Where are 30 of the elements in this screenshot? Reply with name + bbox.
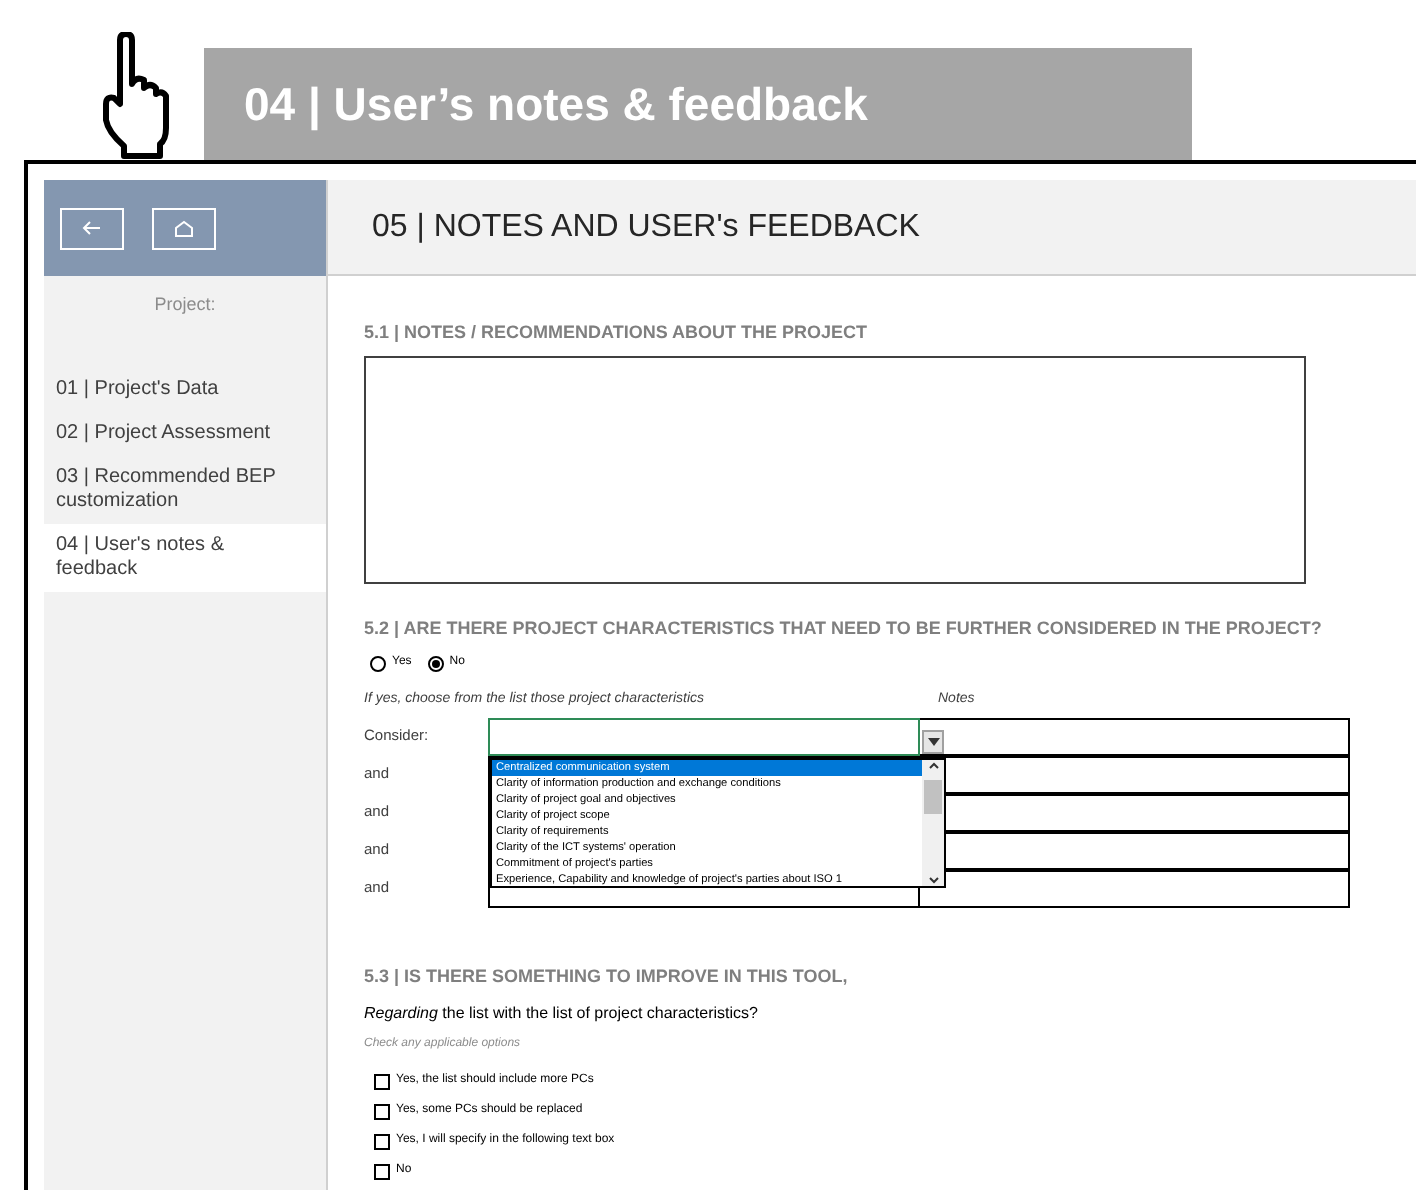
section-heading: 5.1 | NOTES / RECOMMENDATIONS ABOUT THE PROJECT bbox=[364, 320, 870, 346]
checkbox[interactable] bbox=[374, 1163, 390, 1179]
checkbox[interactable] bbox=[374, 1073, 390, 1089]
notes-cell-field[interactable] bbox=[920, 869, 1350, 907]
up-caret-icon bbox=[927, 761, 939, 769]
scrollbar[interactable] bbox=[922, 759, 944, 885]
section-heading: 5.2 | ARE THERE PROJECT CHARACTERISTICS THAT NEED TO BE FURTHER CONSIDERED IN THE PROJECT? bbox=[364, 615, 1324, 642]
down-caret-icon bbox=[927, 875, 939, 883]
sidebar-item[interactable]: 03 | Recommended BEP customization bbox=[44, 455, 326, 523]
home-button[interactable] bbox=[152, 207, 216, 249]
notes-field[interactable] bbox=[364, 355, 1306, 583]
notes-cell-field[interactable] bbox=[920, 717, 1350, 755]
home-icon bbox=[174, 219, 194, 237]
title-banner: 04 | User’s notes & feedback bbox=[204, 48, 1192, 160]
left-arrow-icon bbox=[82, 220, 102, 236]
radio-button[interactable] bbox=[370, 655, 386, 671]
dropdown-button[interactable] bbox=[922, 729, 944, 753]
page-title: 05 | NOTES AND USER's FEEDBACK bbox=[372, 207, 920, 247]
sidebar-item[interactable]: 02 | Project Assessment bbox=[44, 411, 326, 455]
back-button[interactable] bbox=[60, 207, 124, 249]
radio-button[interactable] bbox=[427, 655, 444, 671]
sidebar-label: Project: bbox=[152, 292, 218, 318]
sidebar-item[interactable]: 04 | User's notes & feedback bbox=[44, 523, 326, 591]
down-caret-icon bbox=[927, 737, 939, 745]
checkbox[interactable] bbox=[374, 1103, 390, 1119]
section-heading: 5.3 | IS THERE SOMETHING TO IMPROVE IN THIS TOOL, bbox=[364, 963, 850, 990]
sidebar-item[interactable]: 01 | Project's Data bbox=[44, 367, 326, 411]
question-text: Regarding the list with the list of project characteristics? bbox=[364, 1002, 760, 1026]
select-field[interactable] bbox=[488, 717, 920, 755]
checkbox[interactable] bbox=[374, 1133, 390, 1149]
